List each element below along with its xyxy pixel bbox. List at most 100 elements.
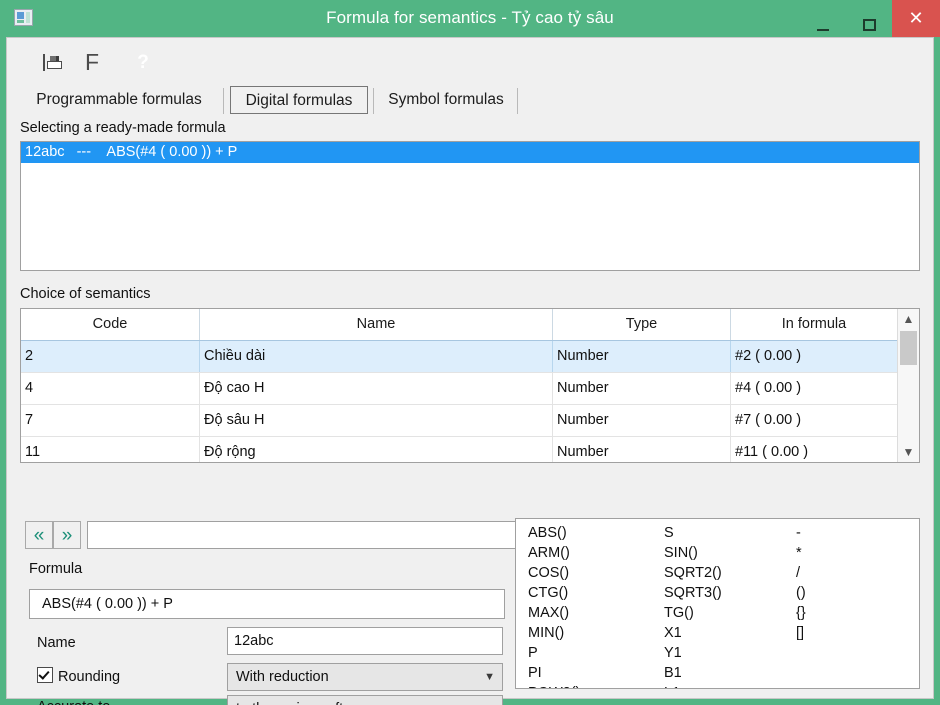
next-button[interactable]: » <box>53 521 81 549</box>
scrollbar-thumb[interactable] <box>900 331 917 365</box>
chevron-down-icon[interactable]: ▼ <box>898 442 919 462</box>
table-header-row: Code Name Type In formula <box>21 309 919 341</box>
rounding-select[interactable]: With reduction ▼ <box>227 663 503 691</box>
function-row[interactable]: PI B1 <box>516 663 919 683</box>
formula-window: Formula for semantics - Tỷ cao tỷ sâu ✕ … <box>0 0 940 705</box>
function-item[interactable]: MAX() <box>528 603 569 623</box>
function-item[interactable]: X1 <box>664 623 682 643</box>
formula-label: Formula <box>29 561 83 577</box>
table-row[interactable]: 4 Độ cao H Number #4 ( 0.00 ) <box>21 373 919 405</box>
accurate-to-select[interactable]: to three signs after a comma ▼ <box>227 695 503 705</box>
operator-item[interactable]: * <box>796 543 802 563</box>
column-header-type[interactable]: Type <box>553 309 731 340</box>
rounding-label: Rounding <box>58 669 121 685</box>
rounding-value: With reduction <box>236 669 329 685</box>
function-item[interactable]: SQRT3() <box>664 583 722 603</box>
table-row[interactable]: 2 Chiều dài Number #2 ( 0.00 ) <box>21 341 919 373</box>
cell-code: 2 <box>21 341 200 372</box>
choice-of-semantics-label: Choice of semantics <box>20 286 151 302</box>
name-input[interactable] <box>227 627 503 655</box>
function-item[interactable]: POW2() <box>528 683 580 688</box>
ready-made-formula-list[interactable]: 12abc --- ABS(#4 ( 0.00 )) + P <box>20 141 920 271</box>
operator-item[interactable]: () <box>796 583 806 603</box>
function-item[interactable]: COS() <box>528 563 569 583</box>
column-header-code[interactable]: Code <box>21 309 200 340</box>
cell-code: 4 <box>21 373 200 404</box>
accurate-to-value: to three signs after a comma <box>236 696 420 705</box>
close-button[interactable]: ✕ <box>892 0 940 37</box>
column-header-in-formula[interactable]: In formula <box>731 309 898 340</box>
tab-separator-1 <box>223 88 224 114</box>
function-row[interactable]: CTG() SQRT3() () <box>516 583 919 603</box>
function-row[interactable]: POW2() L1 <box>516 683 919 688</box>
floppy-disk-icon <box>43 53 62 71</box>
accurate-to-label: Accurate to <box>37 699 110 705</box>
cell-code: 7 <box>21 405 200 436</box>
cell-type: Number <box>553 341 731 372</box>
tab-digital-formulas[interactable]: Digital formulas <box>230 86 368 114</box>
function-item[interactable]: B1 <box>664 663 682 683</box>
column-header-name[interactable]: Name <box>200 309 553 340</box>
maximize-button[interactable] <box>846 0 892 37</box>
function-row[interactable]: ARM() SIN() * <box>516 543 919 563</box>
toolbar: F ? <box>7 38 933 84</box>
function-item[interactable]: ARM() <box>528 543 570 563</box>
previous-button[interactable]: « <box>25 521 53 549</box>
cell-code: 11 <box>21 437 200 462</box>
title-bar: Formula for semantics - Tỷ cao tỷ sâu ✕ <box>0 0 940 37</box>
cell-in-formula: #11 ( 0.00 ) <box>731 437 898 462</box>
function-item[interactable]: S <box>664 523 674 543</box>
function-row[interactable]: P Y1 <box>516 643 919 663</box>
tab-separator-2 <box>373 88 374 114</box>
question-mark-icon: ? <box>125 48 161 76</box>
operator-item[interactable]: - <box>796 523 801 543</box>
chevron-down-icon: ▼ <box>484 671 495 683</box>
function-item[interactable]: MIN() <box>528 623 564 643</box>
function-item[interactable]: L1 <box>664 683 680 688</box>
cell-in-formula: #2 ( 0.00 ) <box>731 341 898 372</box>
ready-made-formula-label: Selecting a ready-made formula <box>20 120 226 136</box>
function-item[interactable]: ABS() <box>528 523 567 543</box>
search-input[interactable] <box>87 521 517 549</box>
function-item[interactable]: PI <box>528 663 542 683</box>
formula-tool-button[interactable]: F <box>75 46 109 78</box>
function-item[interactable]: P <box>528 643 538 663</box>
tab-separator-3 <box>517 88 518 114</box>
operator-item[interactable]: / <box>796 563 800 583</box>
function-item[interactable]: SIN() <box>664 543 698 563</box>
operator-item[interactable]: [] <box>796 623 804 643</box>
save-button[interactable] <box>27 46 62 78</box>
function-row[interactable]: COS() SQRT2() / <box>516 563 919 583</box>
minimize-icon <box>817 28 829 31</box>
function-row[interactable]: MIN() X1 [] <box>516 623 919 643</box>
rounding-checkbox[interactable]: Rounding <box>37 667 120 685</box>
table-row[interactable]: 11 Độ rộng Number #11 ( 0.00 ) <box>21 437 919 462</box>
cell-type: Number <box>553 405 731 436</box>
function-row[interactable]: ABS() S - <box>516 523 919 543</box>
cell-in-formula: #7 ( 0.00 ) <box>731 405 898 436</box>
function-list-panel[interactable]: ABS() S - ARM() SIN() * COS() SQRT2() / … <box>515 518 920 689</box>
chevron-up-icon[interactable]: ▲ <box>898 309 919 329</box>
operator-item[interactable]: {} <box>796 603 806 623</box>
function-item[interactable]: SQRT2() <box>664 563 722 583</box>
table-row[interactable]: 7 Độ sâu H Number #7 ( 0.00 ) <box>21 405 919 437</box>
help-button[interactable]: ? <box>125 46 161 78</box>
semantics-table[interactable]: Code Name Type In formula 2 Chiều dài Nu… <box>20 308 920 463</box>
tab-programmable-formulas[interactable]: Programmable formulas <box>20 86 218 114</box>
list-item[interactable]: 12abc --- ABS(#4 ( 0.00 )) + P <box>21 142 919 163</box>
minimize-button[interactable] <box>800 0 846 37</box>
function-item[interactable]: Y1 <box>664 643 682 663</box>
cell-name: Chiều dài <box>200 341 553 372</box>
chevron-down-icon: ▼ <box>484 696 495 705</box>
formula-letter-icon: F <box>84 49 100 75</box>
function-item[interactable]: TG() <box>664 603 694 623</box>
function-row[interactable]: MAX() TG() {} <box>516 603 919 623</box>
tab-symbol-formulas[interactable]: Symbol formulas <box>378 86 514 114</box>
cell-type: Number <box>553 437 731 462</box>
formula-input[interactable] <box>29 589 505 619</box>
function-item[interactable]: CTG() <box>528 583 568 603</box>
table-vertical-scrollbar[interactable]: ▲ ▼ <box>897 309 919 462</box>
name-label: Name <box>37 635 76 651</box>
window-title: Formula for semantics - Tỷ cao tỷ sâu <box>326 8 614 27</box>
client-area: F ? Programmable formulas Digital formul… <box>6 37 934 705</box>
